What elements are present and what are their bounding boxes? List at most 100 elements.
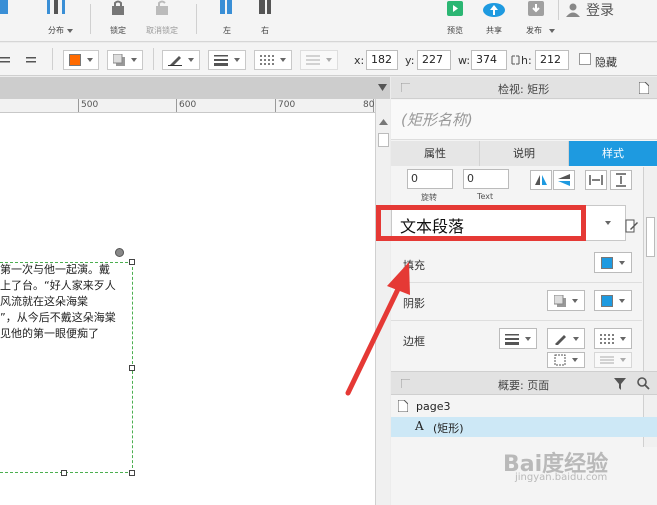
flip-horizontal-button[interactable] <box>530 170 552 190</box>
align-left-icon <box>220 0 232 14</box>
hidden-label: 隐藏 <box>595 56 617 69</box>
align-right-label: 右 <box>261 26 269 35</box>
publish-button[interactable]: 发布 <box>518 0 555 42</box>
share-label: 共享 <box>486 26 502 35</box>
rotation-handle[interactable] <box>115 248 124 257</box>
chevron-up-icon[interactable] <box>379 119 388 125</box>
line-style-picker[interactable] <box>254 50 292 70</box>
tab-properties[interactable]: 属性 <box>391 141 480 166</box>
format-toolbar: x: 182 y: 227 w: 374 h: 212 隐藏 <box>0 43 657 76</box>
tab-notes[interactable]: 说明 <box>480 141 569 166</box>
rotate-input[interactable]: 0 <box>407 169 453 189</box>
align-right-icon <box>259 0 271 14</box>
flip-vertical-button[interactable] <box>553 170 575 190</box>
align-text-justify-button[interactable] <box>22 50 40 70</box>
toolbar-divider <box>52 48 53 70</box>
flip-vertical-icon <box>558 174 570 186</box>
search-icon[interactable] <box>637 377 650 390</box>
outline-page-name: page3 <box>416 400 451 413</box>
line-weight-picker[interactable] <box>208 50 246 70</box>
expand-arrow-icon[interactable] <box>401 83 410 92</box>
horizontal-ruler: 500 600 700 80 <box>0 99 375 113</box>
fill-color-button[interactable] <box>594 252 632 273</box>
border-color-button[interactable] <box>547 328 585 349</box>
align-left-button[interactable]: 左 <box>212 0 242 42</box>
tab-style[interactable]: 样式 <box>569 141 657 166</box>
chevron-down-icon <box>326 58 332 62</box>
unlock-label: 取消锁定 <box>146 26 178 35</box>
outline-page-row[interactable]: page3 <box>391 397 657 417</box>
chevron-down-icon <box>572 358 578 362</box>
resize-handle-bottom-right[interactable] <box>129 470 135 476</box>
chevron-down-icon <box>280 58 286 62</box>
fill-color-swatch <box>601 256 613 269</box>
distribute-vertical-icon <box>616 173 626 187</box>
align-text-left-button[interactable] <box>0 50 14 70</box>
chevron-down-icon[interactable] <box>378 84 387 92</box>
lock-label: 锁定 <box>110 26 126 35</box>
scrollbar-thumb[interactable] <box>378 133 389 147</box>
dash-pattern-icon <box>600 333 615 344</box>
chevron-down-icon <box>605 221 611 225</box>
play-icon <box>447 1 463 16</box>
border-weight-button[interactable] <box>499 328 537 349</box>
share-button[interactable]: 共享 <box>478 0 510 42</box>
shape-name-input[interactable]: (矩形名称) <box>391 100 657 140</box>
x-input[interactable]: 182 <box>366 50 398 70</box>
w-input[interactable]: 374 <box>471 50 507 70</box>
annotation-highlight-box <box>376 205 586 241</box>
border-visibility-button[interactable] <box>547 352 585 368</box>
toolbar-divider <box>153 48 154 70</box>
distribute-horizontal-icon <box>589 175 603 185</box>
outline-widget-name: (矩形) <box>433 422 464 435</box>
user-icon <box>566 3 580 17</box>
resize-handle-bottom[interactable] <box>61 470 67 476</box>
ruler-tick-label: 500 <box>81 100 99 110</box>
border-pattern-button[interactable] <box>594 328 632 349</box>
filter-icon[interactable] <box>614 378 627 390</box>
distribute-button[interactable]: 分布 <box>36 0 76 42</box>
lock-ratio-icon[interactable] <box>511 55 520 65</box>
chevron-down-icon <box>131 58 137 62</box>
unlock-button[interactable]: 取消锁定 <box>141 0 183 42</box>
inspector-tabs: 属性 说明 样式 <box>391 141 657 166</box>
distribute-vertical-button[interactable] <box>610 170 632 190</box>
lock-button[interactable]: 锁定 <box>102 0 134 42</box>
resize-handle-top-right[interactable] <box>129 259 135 265</box>
outline-widget-row[interactable]: A (矩形) <box>391 417 657 437</box>
arrow-style-button[interactable] <box>594 352 632 368</box>
selection-box <box>0 262 133 473</box>
pencil-icon <box>555 334 567 345</box>
shadow-picker[interactable] <box>107 50 143 70</box>
y-input[interactable]: 227 <box>417 50 451 70</box>
align-right-button[interactable]: 右 <box>250 0 280 42</box>
ruler-tick <box>176 99 177 112</box>
flip-horizontal-icon <box>535 175 547 185</box>
y-label: y: <box>405 54 415 67</box>
text-rotate-input[interactable]: 0 <box>463 169 509 189</box>
line-color-picker[interactable] <box>162 50 200 70</box>
h-input[interactable]: 212 <box>535 50 569 70</box>
resize-handle-right[interactable] <box>129 365 135 371</box>
hidden-checkbox[interactable] <box>579 53 591 65</box>
edit-style-icon[interactable] <box>625 219 639 233</box>
dash-pattern-icon <box>260 55 274 65</box>
ruler-tick-label: 80 <box>363 100 375 110</box>
distribute-horizontal-button[interactable] <box>585 170 607 190</box>
chevron-down-icon <box>619 358 626 362</box>
arrow-style-picker[interactable] <box>300 50 338 70</box>
shadow-icon <box>554 294 566 307</box>
inner-shadow-button[interactable] <box>594 290 632 311</box>
scrollbar-thumb[interactable] <box>646 217 655 257</box>
preview-button[interactable]: 预览 <box>440 0 470 42</box>
page-icon[interactable] <box>639 82 649 94</box>
x-label: x: <box>354 54 365 67</box>
chevron-down-icon <box>619 336 626 341</box>
unlock-icon <box>156 0 168 15</box>
chevron-down-icon <box>572 298 578 303</box>
border-sides-icon <box>554 354 566 366</box>
outline-header: 概要: 页面 <box>391 371 657 395</box>
outer-shadow-button[interactable] <box>547 290 585 311</box>
login-button[interactable]: 登录 <box>566 0 614 20</box>
fill-color-picker[interactable] <box>63 50 99 70</box>
